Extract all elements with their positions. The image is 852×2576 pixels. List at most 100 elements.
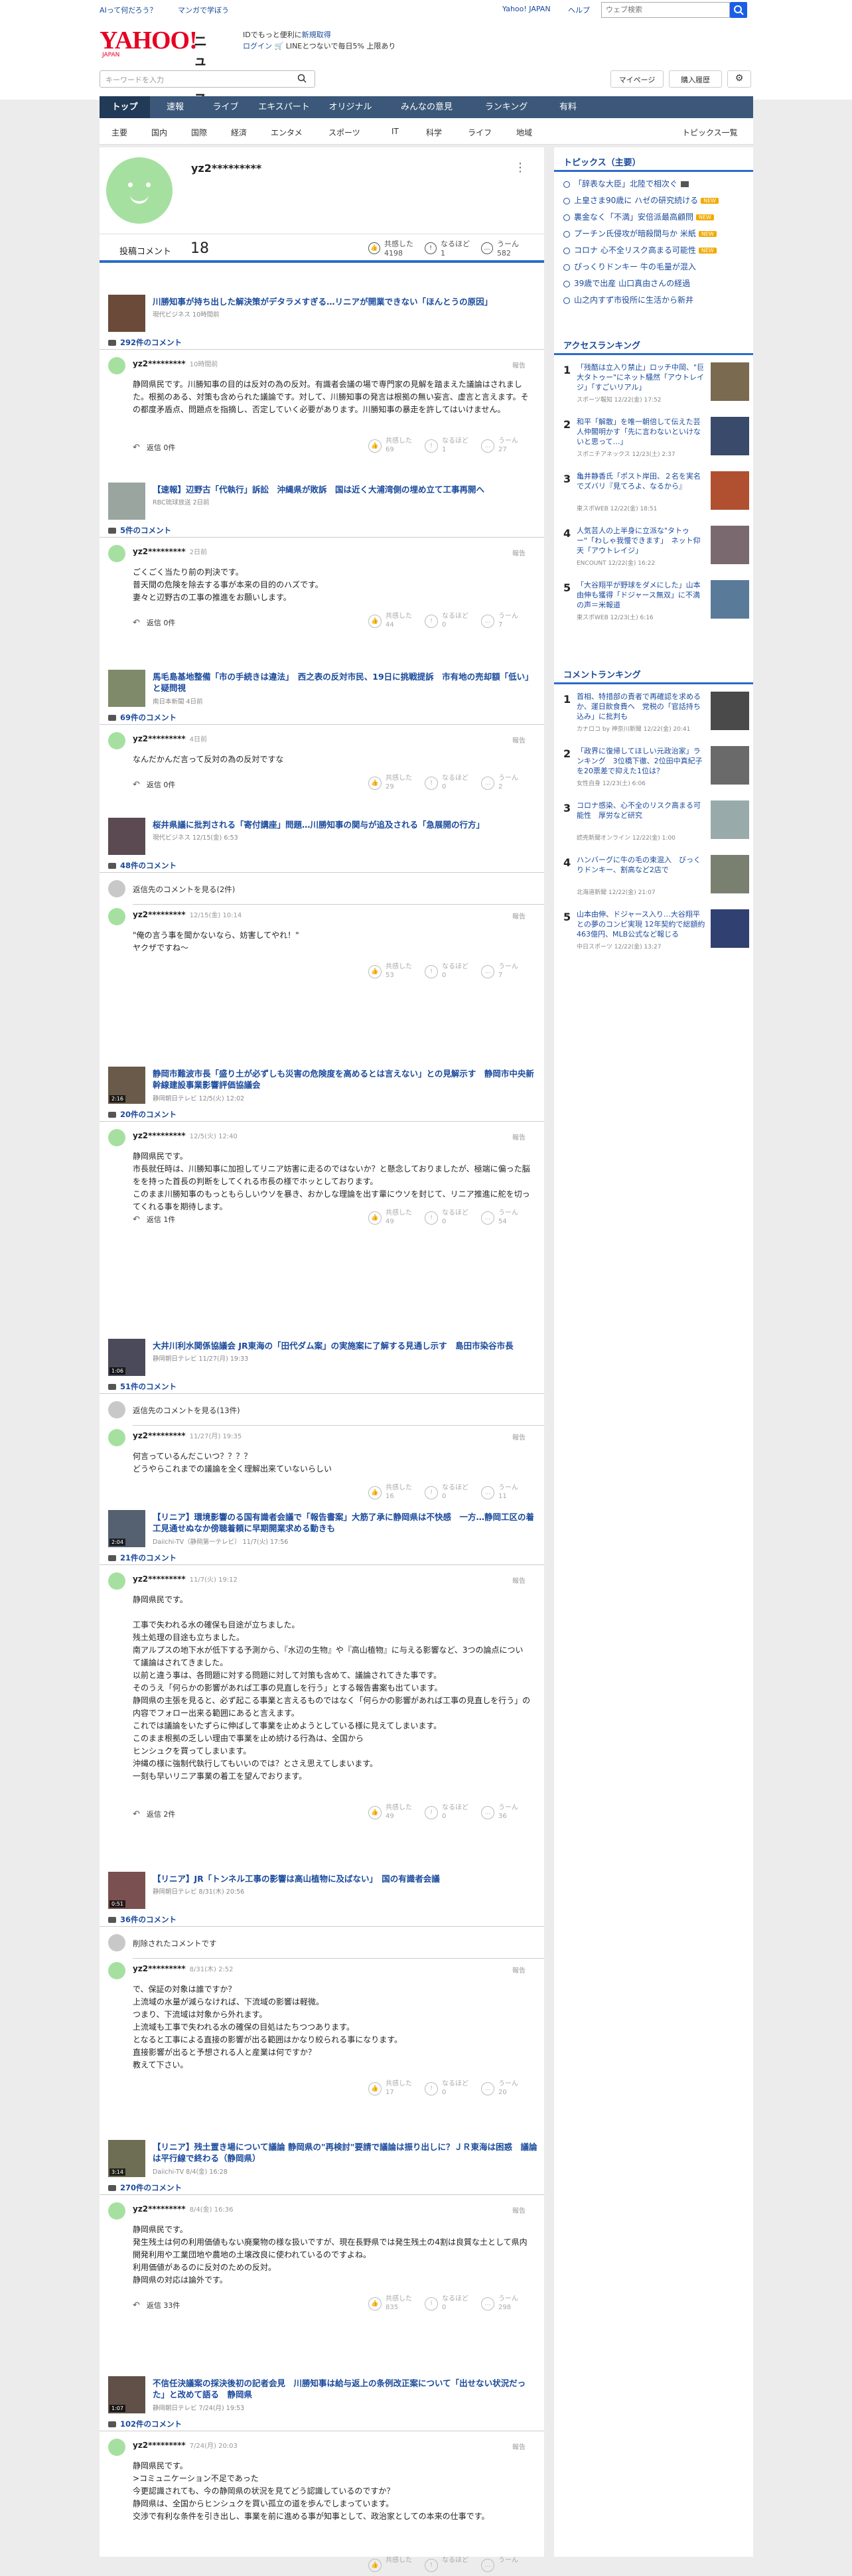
- ranking-title[interactable]: 首相、特措部の責者で再確認を求めるか、運日飲食費へ 党税の「官話持ち込み」に批判…: [577, 692, 706, 721]
- article-thumbnail[interactable]: 2:16: [108, 1067, 145, 1104]
- ranking-thumbnail[interactable]: [711, 909, 749, 948]
- vote-button[interactable]: … うーん 2: [481, 774, 534, 794]
- ranking-title[interactable]: 人気芸人の上半身に立派な"タトゥー"「わしゃ我慢できます」 ネット仰天「アウトレ…: [577, 526, 706, 556]
- ranking-title[interactable]: 「残酷は立入り禁止」ロッチ中岡、"巨大タトゥー"にネット騒然「アウトレイジ」「す…: [577, 362, 706, 392]
- vote-button[interactable]: ! なるほど 0: [425, 1209, 478, 1229]
- ranking-item[interactable]: 3 コロナ感染、心不全のリスク高まる可能性 厚労など研究 読売新聞オンライン 12/…: [563, 800, 749, 843]
- article-title-link[interactable]: 不信任決議案の採決後初の記者会見 川勝知事は給与返上の条例改正案について「出せな…: [153, 2378, 537, 2400]
- comment-author[interactable]: yz2********* 12/5(火) 12:40: [133, 1130, 238, 1140]
- vote-button[interactable]: 👍 共感した 17: [368, 2080, 421, 2099]
- ranking-thumbnail[interactable]: [711, 417, 749, 455]
- ranking-thumbnail[interactable]: [711, 580, 749, 619]
- comment-author[interactable]: yz2********* 10時間前: [133, 358, 218, 368]
- comment-count-link[interactable]: 5件のコメント: [108, 525, 171, 536]
- article-thumbnail[interactable]: [108, 670, 145, 707]
- vote-button[interactable]: ! なるほど 0: [425, 1803, 478, 1823]
- ranking-title[interactable]: 和平「解散」を唯一朝倍して伝えた芸人仲閣明かす「先に言わないといけないと思って……: [577, 417, 706, 447]
- nav-tab-breaking[interactable]: 速報: [150, 96, 200, 118]
- ranking-title[interactable]: 「大谷翔平が野球をダメにした」山本由伸も獲得「ドジャース無双」に不満の声＝米報道: [577, 580, 706, 610]
- article-thumbnail[interactable]: [108, 818, 145, 855]
- ranking-item[interactable]: 4 ハンバーグに牛の毛の束混入 びっくりドンキー、割高など2店で 北海道新聞 12/…: [563, 855, 749, 897]
- article-title-link[interactable]: 桜井県議に批判される「寄付講座」問題…川勝知事の関与が追及される「急展開の行方」: [153, 819, 537, 830]
- gear-icon[interactable]: ⚙: [727, 70, 751, 88]
- comment-count-link[interactable]: 270件のコメント: [108, 2182, 182, 2193]
- ranking-title[interactable]: 亀井静香氏「ポスト岸田、２名を実名でズバリ『見てろよ、なるから』: [577, 471, 706, 491]
- cat-local[interactable]: 地域: [516, 127, 532, 138]
- topic-link[interactable]: 「辞表な大臣」北陸で相次ぐ: [563, 178, 689, 189]
- article-title-link[interactable]: 静岡市難波市長「盛り土が必ずしも災害の危険度を高めるとは言えない」との見解示す …: [153, 1068, 537, 1091]
- nav-tab-live[interactable]: ライブ: [200, 96, 251, 118]
- ranking-item[interactable]: 5 「大谷翔平が野球をダメにした」山本由伸も獲得「ドジャース無双」に不満の声＝米報…: [563, 580, 749, 623]
- comment-count-link[interactable]: 292件のコメント: [108, 337, 182, 348]
- reply-button[interactable]: 返信 2件: [133, 1809, 176, 1819]
- comment-count-link[interactable]: 20件のコメント: [108, 1109, 177, 1120]
- comment-author[interactable]: yz2********* 7/24(月) 20:03: [133, 2440, 238, 2450]
- report-link[interactable]: 報告: [512, 1965, 526, 1975]
- ranking-item[interactable]: 3 亀井静香氏「ポスト岸田、２名を実名でズバリ『見てろよ、なるから』 東スポWEB …: [563, 471, 749, 514]
- mypage-button[interactable]: マイページ: [610, 70, 664, 88]
- vote-button[interactable]: ! なるほど 0: [425, 774, 478, 794]
- ranking-thumbnail[interactable]: [711, 471, 749, 510]
- ranking-thumbnail[interactable]: [711, 692, 749, 730]
- vote-button[interactable]: 👍 共感した 49: [368, 1803, 421, 1823]
- nav-tab-ranking[interactable]: ランキング: [470, 96, 543, 118]
- nav-tab-opinion[interactable]: みんなの意見: [384, 96, 470, 118]
- vote-button[interactable]: ! なるほど 0: [425, 1483, 478, 1503]
- vote-button[interactable]: ! なるほど 1: [425, 437, 478, 457]
- util-link-yahoo[interactable]: Yahoo! JAPAN: [502, 5, 551, 13]
- report-link[interactable]: 報告: [512, 735, 526, 745]
- parent-comment-link[interactable]: 返信先のコメントを見る(13件): [133, 1405, 240, 1416]
- comment-count-link[interactable]: 69件のコメント: [108, 712, 177, 723]
- parent-comment-link[interactable]: 返信先のコメントを見る(2件): [133, 884, 235, 895]
- yahoo-news-logo[interactable]: YAHOO! JAPAN ニュース: [100, 28, 207, 107]
- reply-button[interactable]: 返信 0件: [133, 442, 176, 453]
- nav-tab-paid[interactable]: 有料: [543, 96, 593, 118]
- report-link[interactable]: 報告: [512, 1575, 526, 1585]
- article-thumbnail[interactable]: 3:14: [108, 2140, 145, 2177]
- vote-button[interactable]: ! なるほど 0: [425, 2080, 478, 2099]
- vote-button[interactable]: … うーん 11: [481, 1483, 534, 1503]
- ranking-thumbnail[interactable]: [711, 800, 749, 839]
- signup-link[interactable]: 新規取得: [302, 31, 331, 39]
- vote-button[interactable]: ! なるほど 0: [425, 2295, 478, 2314]
- article-thumbnail[interactable]: [108, 483, 145, 520]
- cat-main[interactable]: 主要: [111, 127, 127, 138]
- ranking-item[interactable]: 2 和平「解散」を唯一朝倍して伝えた芸人仲閣明かす「先に言わないといけないと思って…: [563, 417, 749, 459]
- vote-button[interactable]: … うーん 298: [481, 2295, 534, 2314]
- more-menu-icon[interactable]: ⋮: [514, 161, 526, 175]
- util-link-ai[interactable]: AIって何だろう？: [100, 5, 157, 15]
- article-title-link[interactable]: 【速報】辺野古「代執行」訴訟 沖縄県が敗訴 国は近く大浦湾側の埋め立て工事再開へ: [153, 484, 537, 495]
- ranking-item[interactable]: 4 人気芸人の上半身に立派な"タトゥー"「わしゃ我慢できます」 ネット仰天「アウト…: [563, 526, 749, 568]
- article-thumbnail[interactable]: 2:04: [108, 1510, 145, 1547]
- article-thumbnail[interactable]: 1:07: [108, 2376, 145, 2413]
- topics-list-link[interactable]: トピックス一覧: [682, 127, 738, 138]
- cat-world[interactable]: 国際: [191, 127, 207, 138]
- ranking-item[interactable]: 1 首相、特措部の責者で再確認を求めるか、運日飲食費へ 党税の「官話持ち込み」に批…: [563, 692, 749, 734]
- topic-link[interactable]: 山之内すず市役所に生活から新井: [563, 294, 693, 305]
- article-title-link[interactable]: 【リニア】JR「トンネル工事の影響は高山植物に及ばない」 国の有識者会議: [153, 1873, 537, 1884]
- topic-link[interactable]: 上皇さま90歳に ハゼの研究続ける NEW: [563, 194, 719, 206]
- keyword-search-input[interactable]: キーワードを入力: [100, 70, 315, 88]
- ranking-item[interactable]: 1 「残酷は立入り禁止」ロッチ中岡、"巨大タトゥー"にネット騒然「アウトレイジ」「…: [563, 362, 749, 405]
- vote-button[interactable]: 👍 共感した 29: [368, 774, 421, 794]
- nav-tab-original[interactable]: オリジナル: [317, 96, 384, 118]
- comment-count-link[interactable]: 51件のコメント: [108, 1381, 177, 1392]
- article-thumbnail[interactable]: 1:06: [108, 1339, 145, 1376]
- cat-life[interactable]: ライフ: [468, 127, 492, 138]
- cat-entertainment[interactable]: エンタメ: [271, 127, 303, 138]
- comment-author[interactable]: yz2********* 8/4(金) 16:36: [133, 2204, 234, 2214]
- vote-button[interactable]: 👍 共感した 835: [368, 2295, 421, 2314]
- comment-count-link[interactable]: 21件のコメント: [108, 1553, 177, 1563]
- vote-button[interactable]: 👍 共感した 16: [368, 1483, 421, 1503]
- web-search-input[interactable]: [601, 2, 730, 18]
- vote-button[interactable]: 👍 共感した: [368, 2556, 421, 2576]
- comment-author[interactable]: yz2********* 12/15(金) 10:14: [133, 909, 242, 919]
- report-link[interactable]: 報告: [512, 911, 526, 921]
- report-link[interactable]: 報告: [512, 2205, 526, 2215]
- vote-button[interactable]: … うーん 7: [481, 962, 534, 982]
- article-title-link[interactable]: 大井川利水関係協議会 JR東海の「田代ダム案」の実施案に了解する見通し示す 島田…: [153, 1340, 537, 1351]
- vote-button[interactable]: … うーん 36: [481, 1803, 534, 1823]
- comment-count-link[interactable]: 48件のコメント: [108, 860, 177, 871]
- vote-button[interactable]: 👍 共感した 69: [368, 437, 421, 457]
- vote-button[interactable]: 👍 共感した 44: [368, 612, 421, 632]
